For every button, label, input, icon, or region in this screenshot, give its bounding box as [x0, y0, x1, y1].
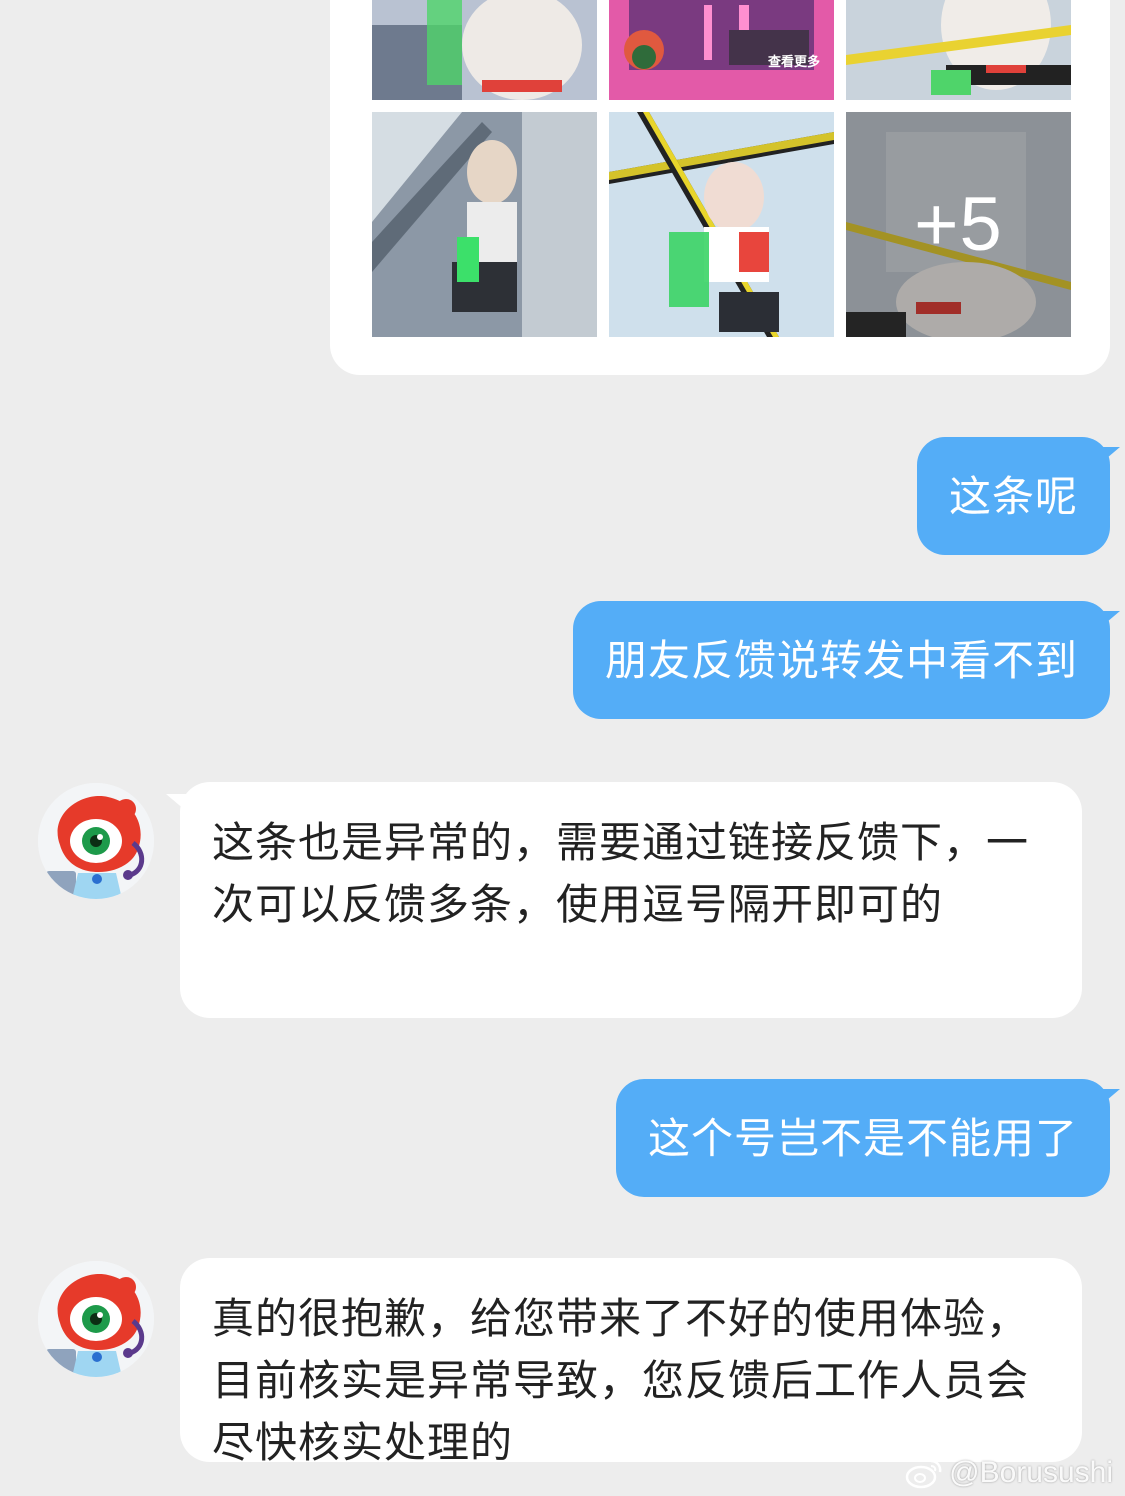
- my-message-bubble[interactable]: 朋友反馈说转发中看不到: [572, 601, 1110, 719]
- post-image-thumbnail[interactable]: [846, 0, 1071, 100]
- watermark-text: @Borusushi: [949, 1456, 1113, 1489]
- support-message-bubble[interactable]: 真的很抱歉，给您带来了不好的使用体验，目前核实是异常导致，您反馈后工作人员会尽快…: [180, 1258, 1082, 1462]
- weibo-logo-icon: [905, 1459, 942, 1489]
- my-message-bubble[interactable]: 这条呢: [916, 437, 1110, 555]
- my-message-bubble[interactable]: 这个号岂不是不能用了: [615, 1079, 1110, 1197]
- watermark: @Borusushi: [905, 1456, 1113, 1490]
- post-image-thumbnail[interactable]: 查看更多: [609, 0, 834, 100]
- thumbnail-caption: 查看更多: [767, 55, 820, 70]
- post-image-thumbnail[interactable]: [372, 112, 597, 337]
- support-avatar[interactable]: [38, 1261, 154, 1377]
- post-image-thumbnail[interactable]: +5: [846, 112, 1071, 337]
- post-image-thumbnail[interactable]: [609, 112, 834, 337]
- post-image-thumbnail[interactable]: [372, 0, 597, 100]
- support-message-bubble[interactable]: 这条也是异常的，需要通过链接反馈下，一次可以反馈多条，使用逗号隔开即可的: [166, 782, 1082, 1018]
- more-images-overlay[interactable]: +5: [846, 112, 1071, 337]
- support-avatar[interactable]: [38, 783, 154, 899]
